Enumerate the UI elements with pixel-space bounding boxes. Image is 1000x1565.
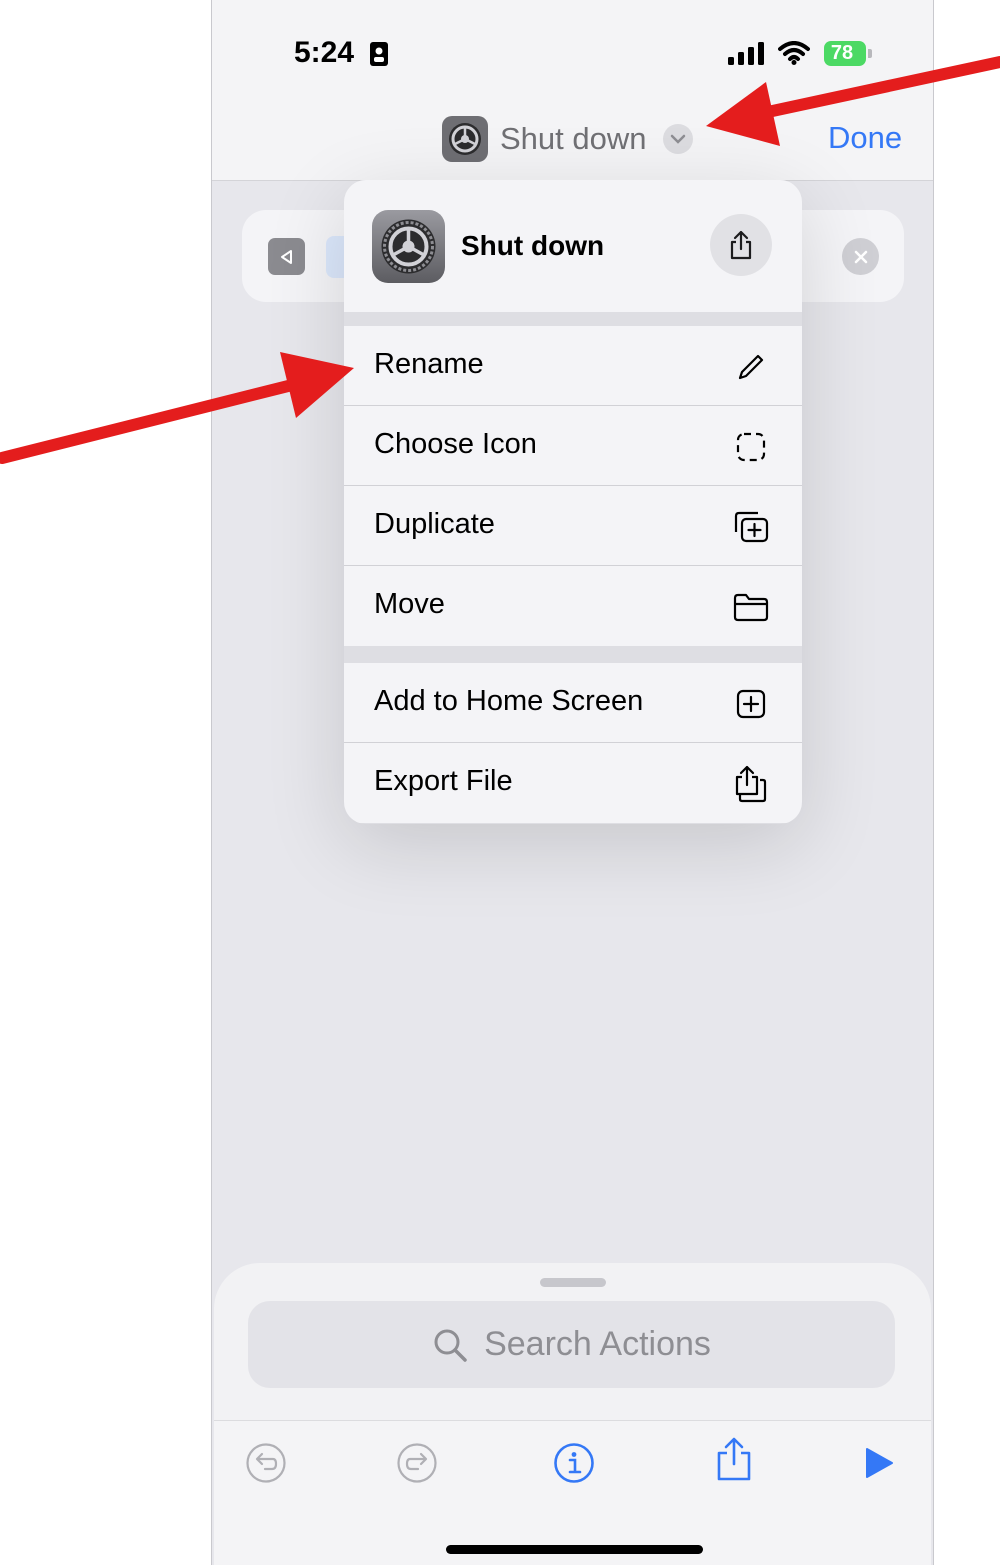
play-icon[interactable] — [856, 1441, 900, 1485]
undo-icon[interactable] — [244, 1441, 288, 1485]
battery-nub — [868, 49, 872, 58]
pencil-icon — [732, 348, 770, 386]
menu-header: Shut down — [344, 180, 802, 312]
share-icon[interactable] — [712, 1437, 756, 1481]
menu-item-rename[interactable]: Rename — [344, 326, 802, 406]
editor-toolbar — [214, 1420, 931, 1565]
home-indicator — [446, 1545, 703, 1554]
search-icon — [432, 1327, 468, 1363]
status-time: 5:24 — [294, 36, 355, 69]
menu-item-label: Export File — [374, 765, 513, 797]
play-triangle-icon — [268, 238, 305, 275]
folder-icon — [732, 588, 770, 626]
id-badge-icon — [369, 41, 389, 67]
menu-item-duplicate[interactable]: Duplicate — [344, 486, 802, 566]
menu-item-label: Choose Icon — [374, 428, 537, 460]
close-icon — [842, 238, 879, 275]
plus-square-icon — [732, 685, 770, 723]
shortcut-title-button[interactable]: Shut down — [442, 114, 693, 164]
menu-item-export-file[interactable]: Export File — [344, 743, 802, 823]
actions-bottom-sheet: Search Actions — [214, 1263, 931, 1565]
redo-icon[interactable] — [395, 1441, 439, 1485]
settings-gear-icon — [442, 116, 488, 162]
menu-item-label: Duplicate — [374, 508, 495, 540]
search-placeholder: Search Actions — [484, 1325, 711, 1363]
menu-item-move[interactable]: Move — [344, 566, 802, 646]
menu-item-choose-icon[interactable]: Choose Icon — [344, 406, 802, 486]
share-button[interactable] — [710, 214, 772, 276]
menu-item-label: Add to Home Screen — [374, 685, 644, 717]
info-icon[interactable] — [552, 1441, 596, 1485]
shortcut-context-menu: Shut down Rename Choose Icon Duplicate M… — [344, 180, 802, 824]
duplicate-plus-icon — [732, 508, 770, 546]
share-icon — [729, 230, 753, 260]
search-actions-field[interactable]: Search Actions — [248, 1301, 895, 1388]
wifi-icon — [778, 41, 810, 65]
menu-group-primary: Rename Choose Icon Duplicate Move — [344, 326, 802, 646]
cellular-signal-icon — [728, 42, 766, 66]
menu-item-label: Rename — [374, 348, 484, 380]
dashed-square-icon — [732, 428, 770, 466]
menu-item-label: Move — [374, 588, 445, 620]
menu-group-secondary: Add to Home Screen Export File — [344, 663, 802, 823]
navigation-bar: 5:24 78 Shut down Done — [212, 0, 933, 181]
share-doc-icon — [732, 765, 770, 803]
battery-level: 78 — [830, 42, 854, 64]
menu-item-add-to-home-screen[interactable]: Add to Home Screen — [344, 663, 802, 743]
menu-header-title: Shut down — [461, 230, 605, 261]
settings-app-icon — [372, 210, 445, 283]
phone-screen: 5:24 78 Shut down Done Shut down Rename … — [211, 0, 934, 1565]
shortcut-title: Shut down — [500, 121, 647, 156]
sheet-grabber[interactable] — [540, 1278, 606, 1287]
done-button[interactable]: Done — [828, 120, 902, 156]
battery-indicator: 78 — [824, 41, 866, 66]
chevron-down-icon[interactable] — [662, 124, 693, 154]
